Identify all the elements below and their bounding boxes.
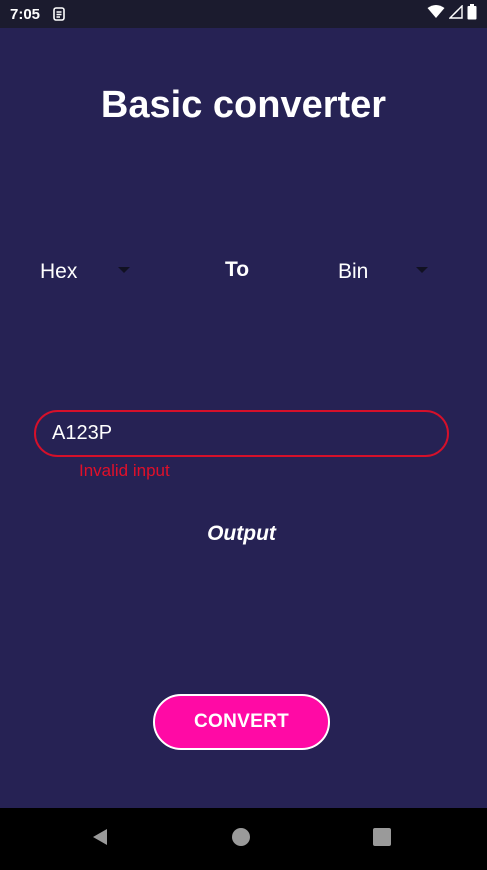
status-time: 7:05 xyxy=(10,5,41,23)
number-input[interactable] xyxy=(52,422,412,445)
status-bar: 7:05 xyxy=(0,0,487,28)
signal-icon xyxy=(448,3,463,24)
recents-icon xyxy=(372,827,392,852)
error-message: Invalid input xyxy=(79,461,170,480)
home-button[interactable] xyxy=(211,808,271,870)
from-base-value: Hex xyxy=(40,260,78,283)
output-text: Output xyxy=(207,522,276,545)
back-button[interactable] xyxy=(70,808,130,870)
status-icons xyxy=(427,3,477,25)
navigation-bar xyxy=(0,808,487,870)
app-content: Basic converter Hex To Bin Invalid input… xyxy=(0,28,487,808)
back-icon xyxy=(90,827,110,852)
battery-icon xyxy=(467,3,477,25)
sim-toolkit-icon xyxy=(52,7,66,21)
recents-button[interactable] xyxy=(352,808,412,870)
page-title: Basic converter xyxy=(100,84,387,126)
wifi-icon xyxy=(427,4,445,24)
home-icon xyxy=(231,827,251,852)
screen: 7:05 Basic converter Hex To Bin A123P In… xyxy=(0,0,487,870)
to-base-spinner[interactable]: Bin xyxy=(338,254,438,290)
number-input-field[interactable] xyxy=(34,410,449,457)
from-base-spinner[interactable]: Hex xyxy=(40,254,140,290)
to-base-value: Bin xyxy=(338,260,369,283)
to-label: To xyxy=(224,258,250,281)
dropdown-arrow-icon xyxy=(118,267,130,273)
convert-button[interactable]: CONVERT xyxy=(153,694,330,750)
dropdown-arrow-icon xyxy=(416,267,428,273)
